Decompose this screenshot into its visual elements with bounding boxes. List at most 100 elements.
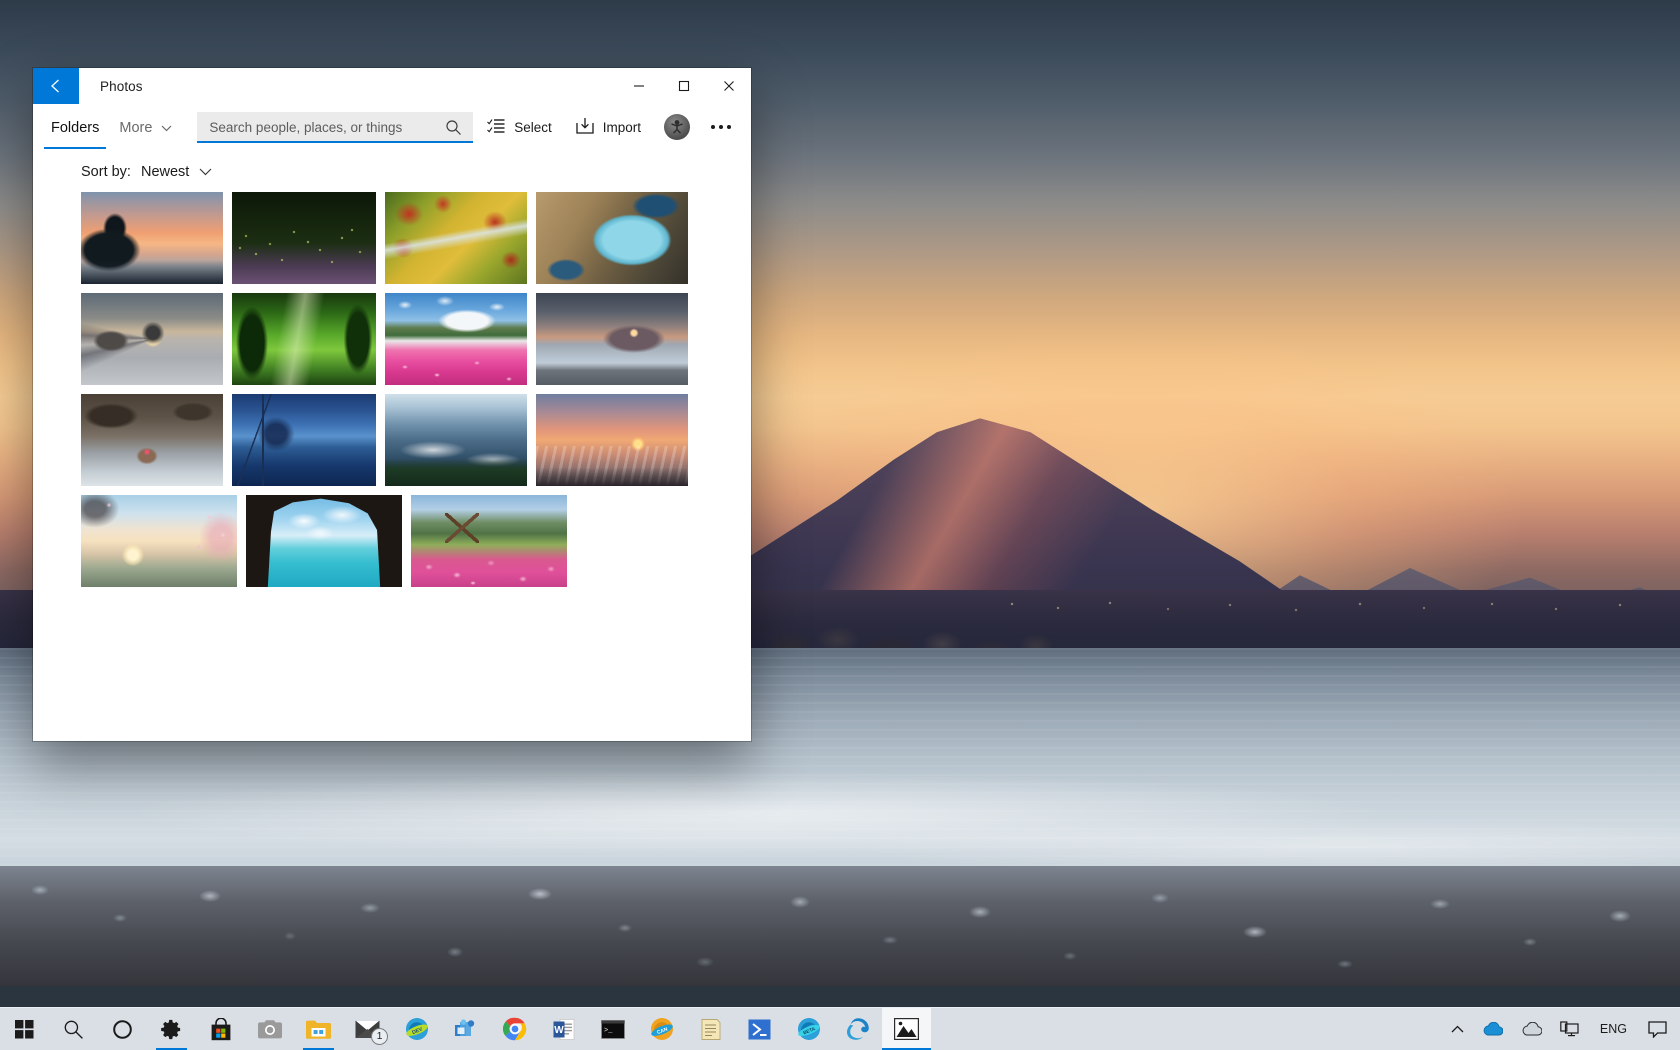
photo-thumbnail[interactable] xyxy=(536,293,688,385)
photo-thumbnail[interactable] xyxy=(536,394,688,486)
action-center-button[interactable] xyxy=(1639,1008,1676,1050)
command-bar[interactable]: Folders More Search people, places, or t… xyxy=(33,104,751,150)
photo-row xyxy=(81,394,751,486)
photo-thumbnail[interactable] xyxy=(232,192,376,284)
chevron-down-icon xyxy=(161,120,172,136)
onedrive-business-cloud-icon xyxy=(1522,1022,1542,1036)
tab-more[interactable]: More xyxy=(111,115,180,140)
chevron-down-icon[interactable] xyxy=(199,168,212,176)
photo-thumbnail[interactable] xyxy=(385,192,527,284)
photo-thumbnail[interactable] xyxy=(81,394,223,486)
terminal-icon: >_ xyxy=(600,1019,625,1039)
edge-dev-icon: DEV xyxy=(405,1018,428,1040)
import-button-label: Import xyxy=(602,119,641,135)
photos-app-window[interactable]: Photos Folders More Search people, place… xyxy=(33,68,751,741)
edge-beta-app[interactable]: BETA xyxy=(784,1008,833,1050)
chrome-app[interactable] xyxy=(490,1008,539,1050)
photo-thumbnail[interactable] xyxy=(246,495,402,587)
select-checklist-icon xyxy=(487,118,505,137)
search-icon xyxy=(64,1020,83,1039)
start-button[interactable] xyxy=(0,1008,49,1050)
back-button[interactable] xyxy=(33,68,79,104)
teams-app[interactable] xyxy=(441,1008,490,1050)
store-bag-icon xyxy=(211,1017,230,1040)
tab-folders[interactable]: Folders xyxy=(43,115,107,149)
photo-thumbnail[interactable] xyxy=(385,293,527,385)
photo-thumbnail[interactable] xyxy=(232,293,376,385)
windows-logo-icon xyxy=(15,1019,34,1038)
more-options-icon[interactable] xyxy=(701,119,741,135)
cortana-circle-icon xyxy=(113,1019,132,1039)
account-avatar[interactable] xyxy=(664,114,690,140)
file-explorer-app[interactable] xyxy=(294,1008,343,1050)
search-input[interactable] xyxy=(197,119,434,135)
photo-grid[interactable] xyxy=(33,192,751,587)
mail-app[interactable]: 1 xyxy=(343,1008,392,1050)
wallpaper-pebbles xyxy=(0,866,1680,986)
onedrive-personal-cloud-icon xyxy=(1483,1022,1503,1036)
maximize-button[interactable] xyxy=(661,68,706,104)
search-box[interactable] xyxy=(197,111,474,143)
command-actions[interactable]: Select Import xyxy=(476,110,751,144)
edge-icon xyxy=(846,1018,869,1040)
terminal-app[interactable]: >_ xyxy=(588,1008,637,1050)
window-controls[interactable] xyxy=(616,68,751,104)
folder-icon xyxy=(306,1020,331,1039)
settings-app[interactable] xyxy=(147,1008,196,1050)
photo-thumbnail[interactable] xyxy=(81,293,223,385)
sort-value[interactable]: Newest xyxy=(141,164,189,180)
language-indicator[interactable]: ENG xyxy=(1588,1008,1639,1050)
window-titlebar[interactable]: Photos xyxy=(33,68,751,104)
powershell-app[interactable] xyxy=(735,1008,784,1050)
taskbar[interactable]: 1 DEV W >_ CAN BETA ENG xyxy=(0,1007,1680,1050)
maximize-icon xyxy=(678,80,689,92)
tab-folders-label: Folders xyxy=(51,119,100,136)
notepad-app[interactable] xyxy=(686,1008,735,1050)
chevron-up-icon xyxy=(1451,1025,1464,1032)
tray-overflow-button[interactable] xyxy=(1442,1008,1473,1050)
photo-thumbnail[interactable] xyxy=(81,192,223,284)
microsoft-store-app[interactable] xyxy=(196,1008,245,1050)
edge-canary-app[interactable]: CAN xyxy=(637,1008,686,1050)
import-button[interactable]: Import xyxy=(565,110,652,144)
network-display-icon xyxy=(1560,1021,1579,1037)
minimize-icon xyxy=(633,85,644,87)
import-tray-icon xyxy=(576,117,594,137)
network-icon[interactable] xyxy=(1551,1008,1588,1050)
tab-more-label: More xyxy=(119,119,153,136)
mail-badge: 1 xyxy=(371,1027,388,1045)
window-title: Photos xyxy=(100,78,143,94)
teams-icon xyxy=(455,1018,475,1036)
onedrive-business-icon[interactable] xyxy=(1512,1008,1551,1050)
close-button[interactable] xyxy=(706,68,751,104)
onedrive-personal-icon[interactable] xyxy=(1473,1008,1512,1050)
edge-dev-app[interactable]: DEV xyxy=(392,1008,441,1050)
camera-app[interactable] xyxy=(245,1008,294,1050)
photo-thumbnail[interactable] xyxy=(81,495,237,587)
notepad-icon xyxy=(701,1018,720,1040)
search-focus-underline xyxy=(197,140,474,143)
search-icon[interactable] xyxy=(433,119,473,136)
photo-thumbnail[interactable] xyxy=(411,495,567,587)
sort-row[interactable]: Sort by: Newest xyxy=(33,150,751,192)
cortana-button[interactable] xyxy=(98,1008,147,1050)
svg-text:W: W xyxy=(554,1025,564,1036)
camera-icon xyxy=(257,1020,282,1039)
select-button-label: Select xyxy=(514,119,552,135)
photos-app[interactable] xyxy=(882,1007,931,1050)
tab-active-underline xyxy=(44,146,107,149)
photo-thumbnail[interactable] xyxy=(536,192,688,284)
search-button[interactable] xyxy=(49,1008,98,1050)
word-app[interactable]: W xyxy=(539,1008,588,1050)
system-tray[interactable]: ENG xyxy=(1442,1008,1680,1050)
edge-beta-icon: BETA xyxy=(797,1018,820,1040)
photo-thumbnail[interactable] xyxy=(385,394,527,486)
svg-text:>_: >_ xyxy=(604,1027,613,1035)
photo-thumbnail[interactable] xyxy=(232,394,376,486)
minimize-button[interactable] xyxy=(616,68,661,104)
select-button[interactable]: Select xyxy=(476,111,563,144)
wallpaper-city-lights xyxy=(1000,598,1680,616)
edge-app[interactable] xyxy=(833,1008,882,1050)
sort-by-label: Sort by: xyxy=(81,164,131,180)
back-arrow-icon xyxy=(51,79,59,93)
